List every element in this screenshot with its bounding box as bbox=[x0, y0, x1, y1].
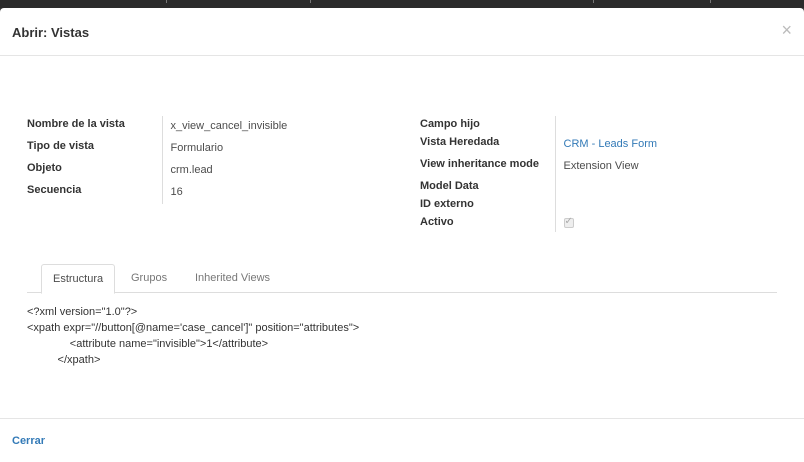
active-value bbox=[554, 214, 775, 232]
sequence-value: 16 bbox=[161, 182, 392, 204]
inheritance-info-group: Campo hijo Vista Heredada CRM - Leads Fo… bbox=[420, 116, 775, 232]
background-app-bar bbox=[0, 0, 804, 8]
field-row-active: Activo bbox=[420, 214, 775, 232]
field-label: Vista Heredada bbox=[420, 136, 500, 148]
field-row-inheritance-mode: View inheritance mode Extension View bbox=[420, 156, 775, 178]
model-data-value bbox=[554, 178, 775, 196]
code-line: <xpath expr="//button[@name='case_cancel… bbox=[27, 322, 360, 334]
field-label: Activo bbox=[420, 216, 454, 228]
view-name-value: x_view_cancel_invisible bbox=[161, 116, 392, 138]
field-label: ID externo bbox=[420, 198, 474, 210]
field-row-view-type: Tipo de vista Formulario bbox=[27, 138, 392, 160]
dialog-footer: Cerrar bbox=[0, 418, 804, 462]
field-row-inherited-view: Vista Heredada CRM - Leads Form bbox=[420, 134, 775, 156]
background-divider bbox=[593, 0, 594, 3]
code-line: </xpath> bbox=[27, 354, 101, 366]
field-row-external-id: ID externo bbox=[420, 196, 775, 214]
child-field-value bbox=[554, 116, 775, 134]
inheritance-mode-value: Extension View bbox=[554, 156, 775, 178]
open-view-dialog: Abrir: Vistas × Nombre de la vista x_vie… bbox=[0, 8, 804, 462]
tab-inherited-views[interactable]: Inherited Views bbox=[184, 264, 281, 293]
field-row-object: Objeto crm.lead bbox=[27, 160, 392, 182]
field-row-model-data: Model Data bbox=[420, 178, 775, 196]
active-checkbox[interactable] bbox=[563, 216, 574, 228]
inherited-view-link[interactable]: CRM - Leads Form bbox=[564, 138, 658, 150]
background-divider bbox=[166, 0, 167, 3]
tab-estructura[interactable]: Estructura bbox=[41, 264, 116, 294]
field-label: Tipo de vista bbox=[27, 140, 95, 152]
dialog-header: Abrir: Vistas × bbox=[0, 8, 804, 56]
field-row-sequence: Secuencia 16 bbox=[27, 182, 392, 204]
view-type-value: Formulario bbox=[161, 138, 392, 160]
code-line: <?xml version="1.0"?> bbox=[27, 306, 138, 318]
background-divider bbox=[310, 0, 311, 3]
view-info-group: Nombre de la vista x_view_cancel_invisib… bbox=[27, 116, 392, 204]
close-icon[interactable]: × bbox=[781, 21, 792, 39]
field-label: Campo hijo bbox=[420, 118, 480, 130]
field-row-child-field: Campo hijo bbox=[420, 116, 775, 134]
background-divider bbox=[710, 0, 711, 3]
field-label: Model Data bbox=[420, 180, 479, 192]
inherited-view-value: CRM - Leads Form bbox=[554, 134, 775, 156]
notebook-tabs: Estructura Grupos Inherited Views bbox=[27, 264, 777, 294]
tab-grupos[interactable]: Grupos bbox=[120, 264, 178, 293]
field-label: Secuencia bbox=[27, 184, 82, 196]
dialog-title: Abrir: Vistas bbox=[12, 25, 90, 40]
field-label: Nombre de la vista bbox=[27, 118, 125, 130]
field-label: View inheritance mode bbox=[420, 158, 540, 170]
object-value: crm.lead bbox=[161, 160, 392, 182]
field-row-view-name: Nombre de la vista x_view_cancel_invisib… bbox=[27, 116, 392, 138]
code-line: <attribute name="invisible">1</attribute… bbox=[27, 338, 269, 350]
close-button[interactable]: Cerrar bbox=[12, 435, 45, 447]
field-label: Objeto bbox=[27, 162, 62, 174]
arch-code-block: <?xml version="1.0"?> <xpath expr="//butt… bbox=[27, 304, 777, 368]
external-id-value bbox=[554, 196, 775, 214]
